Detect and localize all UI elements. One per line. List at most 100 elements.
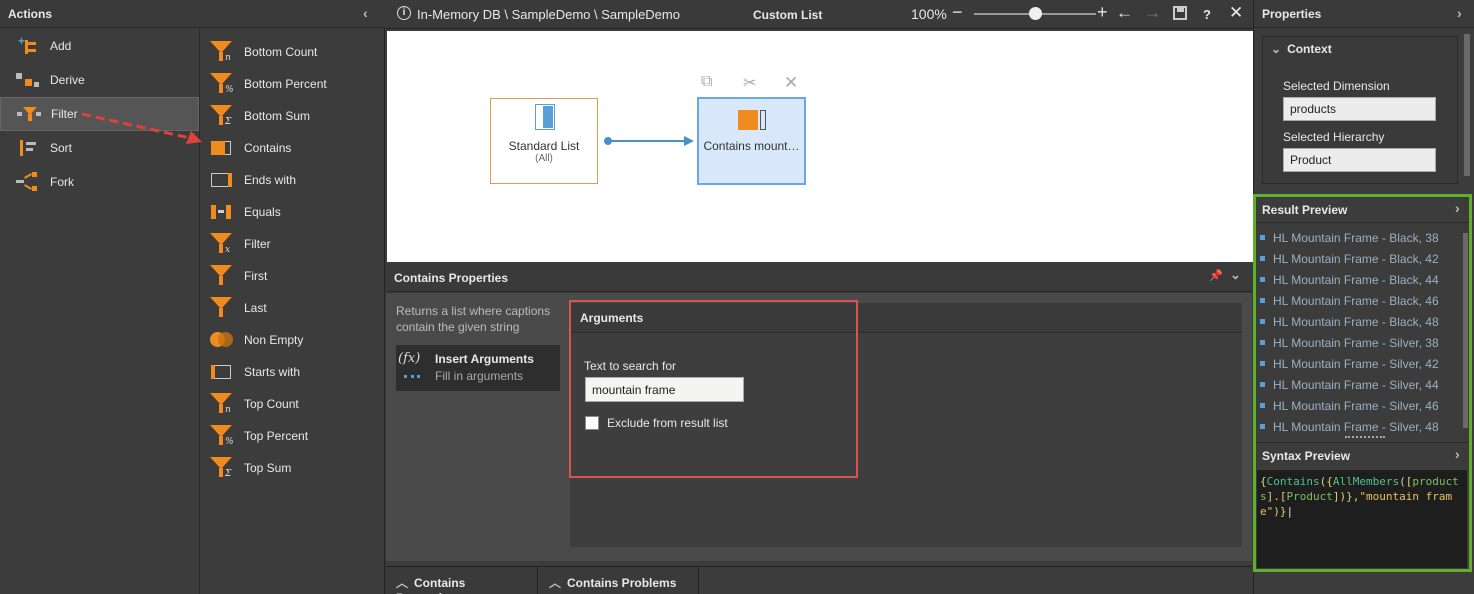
ends-with-icon [209,167,235,193]
zoom-slider-thumb[interactable] [1029,7,1042,20]
funnel-n-icon: n [209,391,235,417]
function-label: Ends with [244,173,297,187]
function-first[interactable]: First [201,260,385,292]
connector-arrow-icon [604,136,694,146]
actions-panel: Actions ‹ + Add Derive Filter Sort Fork … [0,0,385,594]
cut-icon[interactable]: ✂ [743,73,756,93]
function-filter[interactable]: x Filter [201,228,385,260]
result-scrollbar[interactable] [1463,233,1468,428]
zoom-out-icon[interactable]: − [952,2,963,23]
actions-title: Actions [8,6,53,21]
arguments-highlight-box [569,300,858,478]
function-top-percent[interactable]: % Top Percent [201,420,385,452]
copy-icon[interactable]: ⧉ [701,73,712,91]
zoom-in-icon[interactable]: + [1097,2,1108,23]
function-equals[interactable]: Equals [201,196,385,228]
zoom-level: 100% [911,6,947,22]
function-description: Returns a list where captions contain th… [396,304,551,334]
function-label: Equals [244,205,281,219]
collapse-chevron-icon[interactable]: ‹ [363,5,368,21]
list-item[interactable]: HL Mountain Frame - Black, 42 [1256,248,1461,269]
funnel-icon [209,295,235,321]
dimension-label: Selected Dimension [1283,79,1390,93]
insert-arguments-title: Insert Arguments [435,352,534,366]
delete-icon[interactable]: ✕ [784,73,798,93]
function-bottom-sum[interactable]: Σ Bottom Sum [201,100,385,132]
context-section: ⌄ Context Selected Dimension Selected Hie… [1262,36,1458,184]
function-list: n Bottom Count % Bottom Percent Σ Bottom… [201,36,385,484]
function-starts-with[interactable]: Starts with [201,356,385,388]
contains-node[interactable]: Contains mount… [697,97,806,185]
funnel-x-icon: x [209,231,235,257]
starts-with-icon [209,359,235,385]
function-last[interactable]: Last [201,292,385,324]
tab-contains-properties[interactable]: ︿Contains Properties [386,567,538,594]
function-label: Non Empty [244,333,304,347]
function-ends-with[interactable]: Ends with [201,164,385,196]
hierarchy-field[interactable] [1283,148,1436,172]
insert-arguments-step[interactable]: (fx) Insert Arguments Fill in arguments [396,345,560,391]
info-icon[interactable]: i [397,6,411,20]
list-item[interactable]: HL Mountain Frame - Silver, 42 [1256,353,1461,374]
action-add[interactable]: + Add [0,29,199,63]
function-contains[interactable]: Contains [201,132,385,164]
splitter-handle[interactable] [1345,436,1385,438]
list-item[interactable]: HL Mountain Frame - Silver, 46 [1256,395,1461,416]
chevron-down-icon[interactable]: ⌄ [1230,267,1241,283]
function-label: Contains [244,141,292,155]
derive-icon [16,70,40,90]
list-item[interactable]: HL Mountain Frame - Silver, 44 [1256,374,1461,395]
function-top-count[interactable]: n Top Count [201,388,385,420]
tab-contains-problems[interactable]: ︿ Contains Problems [539,567,699,594]
chevron-down-icon: ⌄ [1271,42,1282,56]
context-header[interactable]: ⌄ Context [1271,42,1332,56]
function-non-empty[interactable]: Non Empty [201,324,385,356]
close-icon[interactable]: ✕ [1229,3,1243,23]
properties-title: Properties [1262,6,1322,21]
function-bottom-count[interactable]: n Bottom Count [201,36,385,68]
help-icon[interactable]: ? [1203,7,1211,22]
function-top-sum[interactable]: Σ Top Sum [201,452,385,484]
standard-list-node[interactable]: Standard List (All) [490,98,598,184]
redo-arrow-icon[interactable]: → [1144,3,1161,23]
hierarchy-label: Selected Hierarchy [1283,130,1385,144]
function-label: First [244,269,268,283]
list-item[interactable]: HL Mountain Frame - Black, 44 [1256,269,1461,290]
chevron-right-icon[interactable]: › [1455,200,1460,216]
funnel-percent-icon: % [209,423,235,449]
design-canvas[interactable]: Standard List (All) ⧉ ✂ ✕ Contains mount… [387,31,1253,262]
action-derive-label: Derive [50,73,85,87]
action-derive[interactable]: Derive [0,63,199,97]
list-item[interactable]: HL Mountain Frame - Black, 38 [1256,227,1461,248]
node-subtitle: (All) [535,153,553,164]
list-item[interactable]: HL Mountain Frame - Silver, 38 [1256,332,1461,353]
function-bottom-percent[interactable]: % Bottom Percent [201,68,385,100]
syntax-preview-code[interactable]: {Contains({AllMembers([products].[Produc… [1257,470,1467,568]
list-item[interactable]: HL Mountain Frame - Black, 48 [1256,311,1461,332]
save-icon[interactable] [1173,6,1187,20]
chevron-right-icon[interactable]: › [1455,446,1460,462]
properties-scrollbar[interactable] [1464,34,1470,176]
list-item[interactable]: HL Mountain Frame - Black, 46 [1256,290,1461,311]
syntax-preview-title: Syntax Preview [1262,449,1351,463]
function-label: Top Percent [244,429,309,443]
chevron-right-icon[interactable]: › [1457,5,1462,21]
top-toolbar: i In-Memory DB \ SampleDemo \ SampleDemo… [386,0,1252,29]
pin-icon[interactable]: 📌 [1209,269,1223,282]
node-title: Standard List [508,139,580,153]
undo-arrow-icon[interactable]: ← [1116,3,1133,23]
list-item[interactable]: HL Mountain Frame - Silver, 48 [1256,416,1461,435]
funnel-icon [209,263,235,289]
dimension-field[interactable] [1283,97,1436,121]
result-preview-list: HL Mountain Frame - Black, 38 HL Mountai… [1256,227,1461,435]
function-label: Filter [244,237,271,251]
filter-icon [17,104,41,124]
contains-icon [738,110,766,130]
function-label: Starts with [244,365,301,379]
zoom-slider[interactable] [974,7,1096,20]
breadcrumb: In-Memory DB \ SampleDemo \ SampleDemo [417,7,680,22]
contains-properties-header: Contains Properties 📌 ⌄ [386,263,1252,292]
page-title: Custom List [753,8,823,22]
action-fork[interactable]: Fork [0,165,199,199]
non-empty-icon [209,327,235,353]
